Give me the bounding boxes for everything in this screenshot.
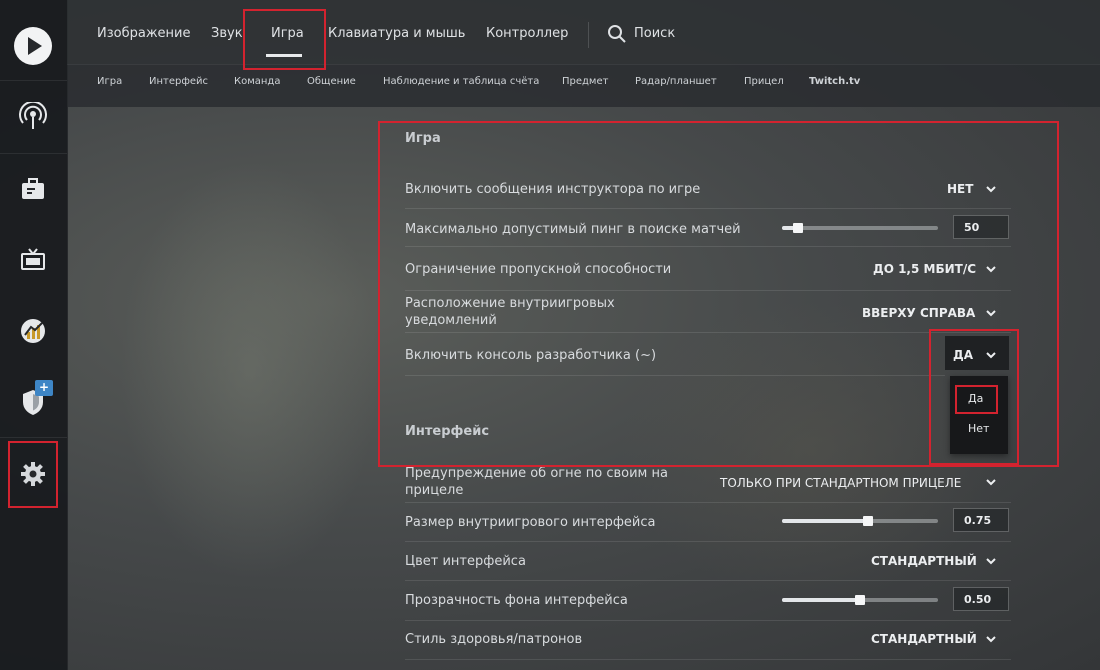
hud-scale-input[interactable]: 0.75 [953,508,1009,532]
slider-knob[interactable] [855,595,865,605]
tab-keyboard-mouse[interactable]: Клавиатура и мышь [328,26,465,41]
hud-bg-alpha-slider[interactable] [782,595,938,605]
watch-button[interactable] [8,235,58,285]
tab-controller[interactable]: Контроллер [486,26,568,41]
sidebar: + [0,0,68,670]
highlight-option-yes [955,385,998,414]
subtab-spectator-scoreboard[interactable]: Наблюдение и таблица счёта [383,76,539,87]
inventory-button[interactable] [8,164,58,214]
health-ammo-style-label: Стиль здоровья/патронов [405,632,583,647]
hud-color-label: Цвет интерфейса [405,554,526,569]
subtab-radar[interactable]: Радар/планшет [635,76,717,87]
subtab-crosshair[interactable]: Прицел [744,76,784,87]
highlight-settings [8,441,58,508]
new-badge: + [35,380,53,396]
chevron-down-icon[interactable] [986,556,996,566]
friendly-fire-value[interactable]: ТОЛЬКО ПРИ СТАНДАРТНОМ ПРИЦЕЛЕ [720,476,961,490]
subtab-game[interactable]: Игра [97,76,122,87]
stats-chart-icon [21,319,45,343]
play-button[interactable] [8,21,58,71]
subtab-interface[interactable]: Интерфейс [149,76,208,87]
tab-image[interactable]: Изображение [97,26,190,41]
subtab-communication[interactable]: Общение [307,76,356,87]
subtab-item[interactable]: Предмет [562,76,608,87]
hud-scale-label: Размер внутриигрового интерфейса [405,515,656,530]
tv-icon [21,248,45,270]
stats-button[interactable] [8,306,58,356]
health-ammo-style-value[interactable]: СТАНДАРТНЫЙ [871,632,977,646]
search-icon[interactable] [607,24,627,44]
hud-bg-alpha-label: Прозрачность фона интерфейса [405,593,628,608]
briefcase-icon [22,178,44,199]
subtab-team[interactable]: Команда [234,76,280,87]
chevron-down-icon[interactable] [986,634,996,644]
broadcast-icon [19,102,47,129]
chevron-down-icon[interactable] [986,477,996,487]
play-icon [14,27,52,65]
subtab-twitch[interactable]: Twitch.tv [809,76,860,87]
hud-color-value[interactable]: СТАНДАРТНЫЙ [871,554,977,568]
highlight-game-tab [243,9,326,70]
hud-scale-slider[interactable] [782,516,938,526]
friendly-fire-label: Предупреждение об огне по своим на прице… [405,466,668,498]
broadcast-button[interactable] [8,92,58,142]
search-button[interactable]: Поиск [634,26,675,41]
hud-bg-alpha-input[interactable]: 0.50 [953,587,1009,611]
tab-sound[interactable]: Звук [211,26,243,41]
slider-knob[interactable] [863,516,873,526]
